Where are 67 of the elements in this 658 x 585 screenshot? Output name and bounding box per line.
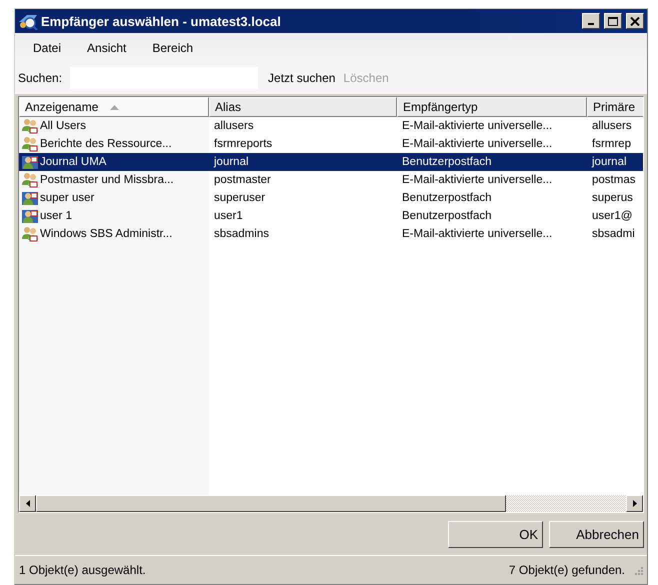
menu-item[interactable]: Ansicht (87, 40, 126, 54)
table-cell: E-Mail-aktivierte universelle... (402, 138, 552, 150)
column-header-label: Anzeigename (25, 100, 98, 114)
column-header-label: Alias (215, 100, 242, 114)
column-header-label: Primäre (593, 100, 636, 114)
table-cell: user1@ (592, 210, 632, 222)
table-cell: super user (40, 192, 94, 204)
table-cell: sbsadmi (592, 228, 635, 240)
table-cell: fsrmreports (214, 138, 272, 150)
table-cell: allusers (214, 120, 254, 132)
dialog-button[interactable]: Abbrechen (549, 520, 644, 548)
table-cell: Berichte des Ressource... (40, 138, 172, 150)
table-row[interactable]: Journal UMA journal Benutzerpostfach journal (19, 153, 643, 171)
search-label: Suchen: (18, 71, 62, 85)
table-cell: All Users (40, 120, 86, 132)
status-text: 7 Objekt(e) gefunden. (508, 563, 625, 577)
maximize-icon (608, 16, 618, 26)
left-arrow-icon (26, 500, 30, 507)
table-cell: Journal UMA (40, 156, 106, 168)
column-header-label: Empfängertyp (403, 100, 478, 114)
close-button[interactable] (626, 13, 644, 29)
maximize-button[interactable] (604, 13, 622, 29)
table-row[interactable]: Berichte des Ressource... fsrmreports E-Mail-aktivierte universelle... fsrmrep (19, 135, 643, 153)
scroll-left-button[interactable] (19, 495, 36, 512)
table-row[interactable]: Windows SBS Administr... sbsadmins E-Mail-aktivierte universelle... sbsadmi (19, 225, 643, 243)
table-row[interactable]: All Users allusers E-Mail-aktivierte universelle... allusers (19, 117, 643, 135)
table-row[interactable]: super user superuser Benutzerpostfach superus (19, 189, 643, 207)
table-cell: sbsadmins (214, 228, 269, 240)
table-cell: Benutzerpostfach (402, 210, 492, 222)
menu-item[interactable]: Datei (33, 40, 62, 54)
column-header[interactable]: Anzeigename (19, 97, 209, 117)
table-row[interactable]: Postmaster und Missbra... postmaster E-Mail-aktivierte universelle... postmas (19, 171, 643, 189)
minimize-icon (588, 23, 594, 25)
table-cell: E-Mail-aktivierte universelle... (402, 120, 552, 132)
menu-item[interactable]: Bereich (152, 40, 194, 54)
table-cell: Benutzerpostfach (402, 156, 492, 168)
column-header[interactable]: Primäre (587, 97, 643, 117)
table-row[interactable]: user 1 user1 Benutzerpostfach user1@ (19, 207, 643, 225)
minimize-button[interactable] (582, 13, 600, 29)
close-icon (630, 16, 640, 26)
table-cell: superuser (214, 192, 266, 204)
table-cell: postmaster (214, 174, 271, 186)
table-cell: E-Mail-aktivierte universelle... (402, 228, 552, 240)
table-cell: user 1 (40, 210, 72, 222)
scrollbar-thumb[interactable] (36, 495, 506, 512)
sort-ascending-icon (110, 104, 120, 110)
resize-grip-icon (633, 565, 643, 575)
table-cell: user1 (214, 210, 243, 222)
table-cell: journal (592, 156, 627, 168)
right-arrow-icon (632, 500, 636, 507)
window-title: Empfänger auswählen - umatest3.local (41, 14, 282, 28)
column-header[interactable]: Empfängertyp (397, 97, 587, 117)
table-cell: journal (214, 156, 249, 168)
table-cell: postmas (592, 174, 636, 186)
table-cell: superus (592, 192, 633, 204)
window-logo-icon (18, 12, 38, 30)
table-cell: E-Mail-aktivierte universelle... (402, 174, 552, 186)
scroll-right-button[interactable] (626, 495, 643, 512)
table-cell: Postmaster und Missbra... (40, 174, 174, 186)
status-text: 1 Objekt(e) ausgewählt. (19, 563, 146, 577)
table-cell: Benutzerpostfach (402, 192, 492, 204)
table-cell: allusers (592, 120, 632, 132)
dialog-button[interactable]: OK (448, 520, 543, 548)
table-cell: fsrmrep (592, 138, 631, 150)
table-cell: Windows SBS Administr... (40, 228, 172, 240)
search-action-button[interactable]: Jetzt suchen (264, 71, 340, 85)
column-header[interactable]: Alias (209, 97, 397, 117)
